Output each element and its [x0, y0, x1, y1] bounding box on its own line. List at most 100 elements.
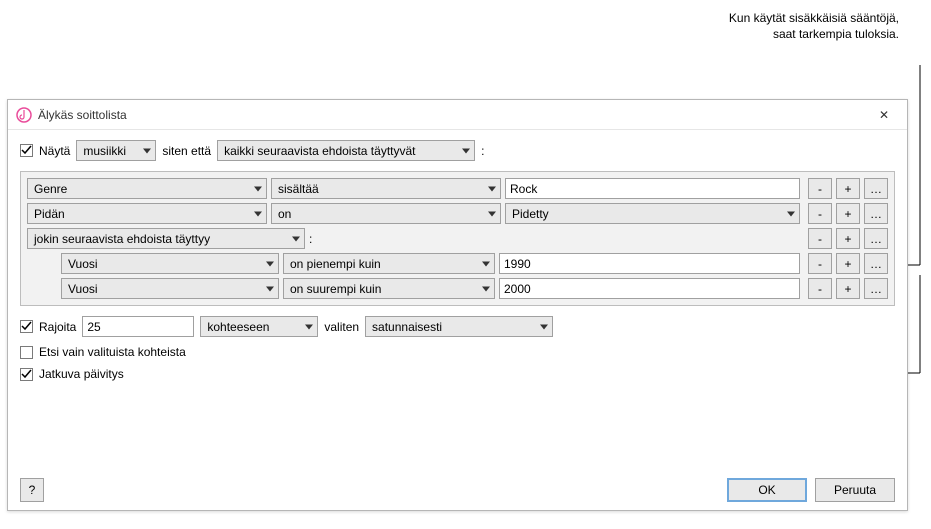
chevron-down-icon [254, 211, 262, 216]
rule-operator-value: on suurempi kuin [290, 282, 381, 296]
add-rule-button[interactable]: + [836, 253, 860, 274]
ellipsis-icon: … [870, 232, 882, 246]
rule-row: Pidän on Pidetty - + … [27, 203, 888, 224]
rule-operator-value: on [278, 207, 291, 221]
live-update-label: Jatkuva päivitys [39, 367, 124, 381]
chevron-down-icon [482, 286, 490, 291]
rule-field-value: Vuosi [68, 257, 98, 271]
chevron-down-icon [292, 236, 300, 241]
dialog-body: Näytä musiikki siten että kaikki seuraav… [8, 130, 907, 510]
remove-rule-button[interactable]: - [808, 278, 832, 299]
selecting-label: valiten [324, 320, 359, 334]
chevron-down-icon [482, 261, 490, 266]
limit-count-input[interactable] [82, 316, 194, 337]
options-group: Etsi vain valituista kohteista Jatkuva p… [20, 345, 895, 381]
close-icon: ✕ [879, 108, 889, 122]
limit-unit-select[interactable]: kohteeseen [200, 316, 318, 337]
rule-operator-value: sisältää [278, 182, 319, 196]
minus-icon: - [818, 232, 822, 246]
live-update-checkbox[interactable] [20, 368, 33, 381]
limit-unit-value: kohteeseen [207, 320, 269, 334]
rule-field-select[interactable]: Genre [27, 178, 267, 199]
cancel-button[interactable]: Peruuta [815, 478, 895, 502]
rule-field-value: Pidän [34, 207, 65, 221]
rule-field-select[interactable]: Vuosi [61, 278, 279, 299]
dialog-footer: ? OK Peruuta [20, 468, 895, 502]
rule-field-select[interactable]: Pidän [27, 203, 267, 224]
help-button[interactable]: ? [20, 478, 44, 502]
annotation-line1: Kun käytät sisäkkäisiä sääntöjä, [729, 10, 899, 26]
rule-field-value: Vuosi [68, 282, 98, 296]
add-rule-button[interactable]: + [836, 178, 860, 199]
more-rule-button[interactable]: … [864, 178, 888, 199]
rule-operator-select[interactable]: sisältää [271, 178, 501, 199]
nested-rule-header: jokin seuraavista ehdoista täyttyy : - +… [27, 228, 888, 249]
nested-condition-value: jokin seuraavista ehdoista täyttyy [34, 232, 210, 246]
match-condition-select[interactable]: kaikki seuraavista ehdoista täyttyvät [217, 140, 475, 161]
match-row: Näytä musiikki siten että kaikki seuraav… [20, 140, 895, 161]
remove-rule-button[interactable]: - [808, 253, 832, 274]
rule-value-input[interactable] [499, 253, 800, 274]
show-checkbox[interactable] [20, 144, 33, 157]
chevron-down-icon [540, 324, 548, 329]
chevron-down-icon [488, 186, 496, 191]
minus-icon: - [818, 207, 822, 221]
limit-checkbox[interactable] [20, 320, 33, 333]
rule-value-select[interactable]: Pidetty [505, 203, 800, 224]
match-condition-value: kaikki seuraavista ehdoista täyttyvät [224, 144, 415, 158]
colon-label: : [481, 144, 484, 158]
show-label: Näytä [39, 144, 70, 158]
chevron-down-icon [305, 324, 313, 329]
ellipsis-icon: … [870, 182, 882, 196]
app-icon [16, 107, 32, 123]
ok-button[interactable]: OK [727, 478, 807, 502]
minus-icon: - [818, 182, 822, 196]
limit-label: Rajoita [39, 320, 76, 334]
rule-operator-select[interactable]: on suurempi kuin [283, 278, 495, 299]
add-rule-button[interactable]: + [836, 203, 860, 224]
ok-label: OK [758, 483, 775, 497]
limit-method-select[interactable]: satunnaisesti [365, 316, 553, 337]
chevron-down-icon [143, 148, 151, 153]
rule-operator-select[interactable]: on pienempi kuin [283, 253, 495, 274]
plus-icon: + [844, 207, 851, 221]
plus-icon: + [844, 182, 851, 196]
such-that-label: siten että [162, 144, 211, 158]
only-selected-label: Etsi vain valituista kohteista [39, 345, 186, 359]
minus-icon: - [818, 282, 822, 296]
annotation-callout: Kun käytät sisäkkäisiä sääntöjä, saat ta… [729, 10, 899, 42]
chevron-down-icon [254, 186, 262, 191]
plus-icon: + [844, 232, 851, 246]
nested-condition-select[interactable]: jokin seuraavista ehdoista täyttyy [27, 228, 305, 249]
remove-rule-button[interactable]: - [808, 178, 832, 199]
only-selected-checkbox[interactable] [20, 346, 33, 359]
rule-field-select[interactable]: Vuosi [61, 253, 279, 274]
close-button[interactable]: ✕ [869, 103, 899, 127]
rule-value-input[interactable] [505, 178, 800, 199]
chevron-down-icon [266, 261, 274, 266]
remove-rule-button[interactable]: - [808, 203, 832, 224]
minus-icon: - [818, 257, 822, 271]
titlebar: Älykäs soittolista ✕ [8, 100, 907, 130]
rule-operator-select[interactable]: on [271, 203, 501, 224]
chevron-down-icon [266, 286, 274, 291]
rule-field-value: Genre [34, 182, 67, 196]
plus-icon: + [844, 282, 851, 296]
more-rule-button[interactable]: … [864, 253, 888, 274]
media-type-select[interactable]: musiikki [76, 140, 156, 161]
smart-playlist-dialog: Älykäs soittolista ✕ Näytä musiikki site… [7, 99, 908, 511]
remove-rule-button[interactable]: - [808, 228, 832, 249]
more-rule-button[interactable]: … [864, 228, 888, 249]
rule-value: Pidetty [512, 207, 549, 221]
add-rule-button[interactable]: + [836, 228, 860, 249]
plus-icon: + [844, 257, 851, 271]
add-rule-button[interactable]: + [836, 278, 860, 299]
ellipsis-icon: … [870, 207, 882, 221]
rule-value-input[interactable] [499, 278, 800, 299]
annotation-line2: saat tarkempia tuloksia. [729, 26, 899, 42]
more-rule-button[interactable]: … [864, 278, 888, 299]
ellipsis-icon: … [870, 282, 882, 296]
rule-row: Genre sisältää - + … [27, 178, 888, 199]
help-icon: ? [29, 483, 36, 497]
more-rule-button[interactable]: … [864, 203, 888, 224]
